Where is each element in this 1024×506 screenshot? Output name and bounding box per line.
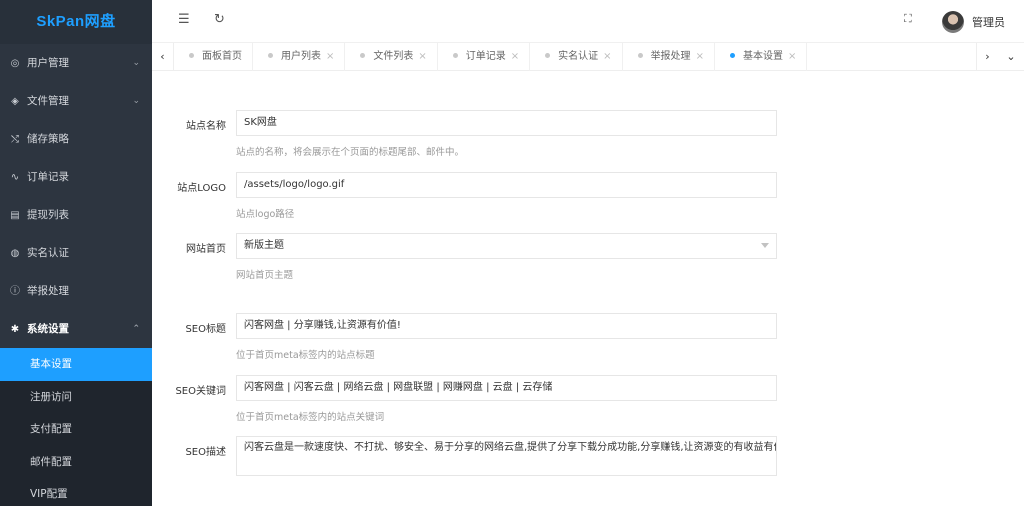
tab-bar: ‹ 面板首页 用户列表 × 文件列表 × 订单记录 × 实名认证 × 举报处理 × 基本设… (152, 43, 1024, 71)
seo-title-label: SEO标题 (185, 324, 226, 335)
close-icon[interactable]: × (788, 51, 796, 62)
tabs-dropdown-icon[interactable]: ⌄ (1000, 43, 1022, 71)
site-logo-label: 站点LOGO (177, 183, 226, 194)
shield-icon: ◍ (10, 248, 20, 259)
seo-keywords-help: 位于首页meta标签内的站点关键词 (236, 412, 385, 423)
tab-label: 订单记录 (465, 51, 506, 62)
submenu-item-email[interactable]: 邮件配置 (0, 446, 152, 479)
close-icon[interactable]: × (696, 51, 704, 62)
tab-dot (452, 52, 458, 58)
caret-down-icon (761, 243, 769, 248)
close-icon[interactable]: × (603, 51, 611, 62)
sidebar-item-label: 举报处理 (27, 285, 69, 297)
tab-dot (545, 52, 551, 58)
site-name-input[interactable]: SK网盘 (236, 110, 777, 136)
site-name-label: 站点名称 (186, 121, 226, 132)
chevron-down-icon: ⌄ (132, 58, 140, 68)
site-name-help: 站点的名称，将会展示在个页面的标题尾部、邮件中。 (236, 147, 465, 158)
avatar[interactable] (942, 11, 964, 33)
refresh-icon[interactable]: ↻ (214, 12, 225, 27)
tab-user-list[interactable]: 用户列表 × (253, 43, 346, 71)
sidebar-item-reports[interactable]: ⓘ 举报处理 (0, 272, 152, 310)
submenu-item-registration[interactable]: 注册访问 (0, 381, 152, 414)
homepage-label: 网站首页 (186, 244, 226, 255)
tab-label: 举报处理 (650, 51, 691, 62)
submenu-item-payment[interactable]: 支付配置 (0, 413, 152, 446)
seo-keywords-input[interactable]: 闪客网盘 | 闪客云盘 | 网络云盘 | 网盘联盟 | 网赚网盘 | 云盘 | … (236, 375, 777, 401)
sidebar-item-label: 提现列表 (27, 209, 69, 221)
sidebar-item-label: 用户管理 (27, 57, 69, 69)
seo-description-textarea[interactable]: 闪客云盘是一款速度快、不打扰、够安全、易于分享的网络云盘,提供了分享下载分成功能… (236, 436, 777, 476)
tab-orders[interactable]: 订单记录 × (438, 43, 531, 71)
sidebar-item-storage-policy[interactable]: ⤭ 储存策略 (0, 120, 152, 158)
tab-reports[interactable]: 举报处理 × (623, 43, 715, 71)
tab-file-list[interactable]: 文件列表 × (345, 43, 438, 71)
shuffle-icon: ⤭ (11, 134, 19, 145)
tabs-next-icon[interactable]: › (976, 43, 998, 71)
menu-toggle-icon[interactable]: ☰ (178, 12, 190, 27)
tab-label: 基本设置 (742, 51, 783, 62)
sidebar-item-label: 订单记录 (27, 171, 69, 183)
tab-label: 文件列表 (373, 51, 414, 62)
sidebar-item-verification[interactable]: ◍ 实名认证 (0, 234, 152, 272)
sidebar-item-system-settings[interactable]: ✱ 系统设置 ⌃ (0, 310, 152, 348)
fullscreen-icon[interactable]: ⛶ (904, 12, 912, 26)
settings-submenu: 基本设置 注册访问 支付配置 邮件配置 VIP配置 (0, 348, 152, 506)
tab-label: 面板首页 (202, 51, 242, 62)
chevron-up-icon: ⌃ (132, 324, 140, 334)
submenu-item-vip[interactable]: VIP配置 (0, 478, 152, 506)
pulse-icon: ∿ (10, 172, 20, 183)
homepage-select-value: 新版主题 (244, 240, 284, 251)
top-header: ☰ ↻ ⛶ 管理员 (152, 0, 1024, 43)
list-icon: ▤ (10, 210, 20, 221)
sidebar-item-user-management[interactable]: ◎ 用户管理 ⌄ (0, 44, 152, 82)
tab-basic-settings[interactable]: 基本设置 × (715, 43, 808, 71)
tab-dot (729, 52, 735, 58)
homepage-help: 网站首页主题 (236, 270, 294, 281)
user-icon: ◎ (10, 58, 20, 69)
tab-dashboard[interactable]: 面板首页 (174, 43, 253, 71)
tab-label: 用户列表 (281, 51, 321, 62)
admin-name[interactable]: 管理员 (972, 14, 1005, 30)
homepage-select[interactable]: 新版主题 (236, 233, 777, 259)
sidebar-item-label: 文件管理 (27, 95, 69, 107)
gear-icon: ✱ (10, 324, 20, 335)
brand-logo[interactable]: SkPan网盘 (0, 0, 152, 44)
seo-description-label: SEO描述 (185, 447, 226, 458)
chevron-down-icon: ⌄ (132, 96, 140, 106)
close-icon[interactable]: × (511, 51, 519, 62)
seo-title-help: 位于首页meta标签内的站点标题 (236, 350, 375, 361)
layers-icon: ◈ (11, 96, 19, 107)
seo-title-input[interactable]: 闪客网盘 | 分享赚钱,让资源有价值! (236, 313, 777, 339)
tab-label: 实名认证 (558, 51, 599, 62)
sidebar-item-withdrawals[interactable]: ▤ 提现列表 (0, 196, 152, 234)
sidebar-item-label: 实名认证 (27, 247, 69, 259)
sidebar-item-label: 储存策略 (27, 133, 69, 145)
tabs-list: 面板首页 用户列表 × 文件列表 × 订单记录 × 实名认证 × 举报处理 × 基本设置 × (174, 43, 808, 71)
submenu-item-basic-settings[interactable]: 基本设置 (0, 348, 152, 381)
close-icon[interactable]: × (418, 51, 426, 62)
tabs-prev-icon[interactable]: ‹ (152, 43, 174, 71)
site-logo-help: 站点logo路径 (236, 209, 295, 220)
tab-dot (360, 52, 366, 58)
tab-dot (637, 52, 643, 58)
site-logo-input[interactable]: /assets/logo/logo.gif (236, 172, 777, 198)
sidebar-item-file-management[interactable]: ◈ 文件管理 ⌄ (0, 82, 152, 120)
sidebar: SkPan网盘 ◎ 用户管理 ⌄ ◈ 文件管理 ⌄ ⤭ 储存策略 ∿ 订单记录 ▤ 提现列… (0, 0, 152, 506)
tab-verification[interactable]: 实名认证 × (530, 43, 623, 71)
seo-keywords-label: SEO关键词 (175, 386, 226, 397)
sidebar-item-label: 系统设置 (27, 323, 69, 335)
info-icon: ⓘ (10, 286, 20, 297)
close-icon[interactable]: × (326, 51, 334, 62)
tab-dot (189, 52, 194, 58)
sidebar-item-orders[interactable]: ∿ 订单记录 (0, 158, 152, 196)
tab-dot (268, 52, 273, 58)
